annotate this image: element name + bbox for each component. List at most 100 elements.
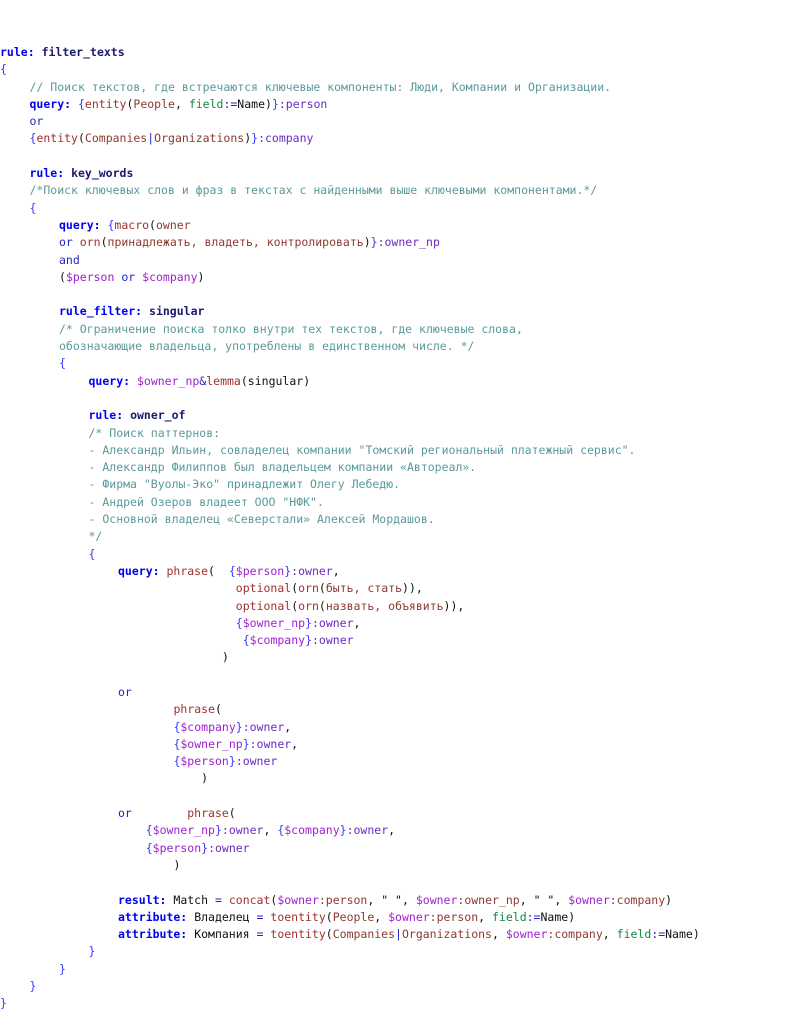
- code-token-plain: (: [318, 598, 326, 613]
- code-token-var: $person: [235, 563, 285, 578]
- code-token-arg: :company: [547, 927, 603, 942]
- code-token-plain: Match: [173, 892, 209, 907]
- code-token-var: $person: [65, 269, 115, 284]
- code-token-op: |: [395, 927, 402, 942]
- code-token-plain: ,: [519, 892, 534, 907]
- code-line: - Александр Филиппов был владельцем комп…: [0, 459, 807, 476]
- code-line: ($person or $company): [0, 269, 807, 286]
- code-line: ): [0, 770, 807, 787]
- code-token-plain: ,: [415, 581, 423, 596]
- code-token-plain: (: [149, 217, 156, 232]
- code-token-lbl: :owner_np: [377, 235, 440, 250]
- code-token-plain: (: [77, 131, 85, 146]
- code-token-arg: быть, стать: [325, 581, 403, 596]
- code-token-brace: }: [242, 736, 250, 751]
- code-token-plain: (: [228, 806, 236, 821]
- code-token-var: $company: [142, 269, 198, 284]
- code-token-plain: ,: [353, 615, 361, 630]
- code-token-attr: field: [188, 96, 224, 111]
- code-token-brace: }: [214, 823, 222, 838]
- code-line: {$owner_np}:owner,: [0, 615, 807, 632]
- code-line: {$person}:owner: [0, 753, 807, 770]
- code-token-plain: ,: [388, 823, 396, 838]
- code-token-brace: {: [145, 823, 153, 838]
- code-listing[interactable]: rule: filter_texts{// Поиск текстов, где…: [0, 44, 807, 1013]
- code-token-plain: (: [318, 581, 326, 596]
- code-token-fn: phrase: [166, 563, 209, 578]
- code-line: or orn(принадлежать, владеть, контролиро…: [0, 234, 807, 251]
- code-token-brace: }: [88, 944, 96, 959]
- code-token-op: and: [59, 252, 80, 267]
- code-token-cmt: обозначающие владельца, употреблены в ед…: [59, 339, 475, 354]
- code-token-plain: ): [692, 927, 700, 942]
- code-line: {: [0, 355, 807, 372]
- code-token-plain: ,: [263, 823, 278, 838]
- code-token-plain: Компания: [194, 927, 250, 942]
- code-token-kw: rule:: [29, 166, 65, 181]
- code-token-brace: {: [77, 96, 85, 111]
- code-token-brace: }: [235, 719, 243, 734]
- code-token-fn: phrase: [173, 702, 215, 717]
- code-line: /* Поиск паттернов:: [0, 425, 807, 442]
- code-token-plain: ,: [374, 909, 389, 924]
- code-token-var: $person: [152, 840, 202, 855]
- code-token-cmt: */: [88, 529, 103, 544]
- code-line: {$person}:owner: [0, 840, 807, 857]
- code-line: ): [0, 649, 807, 666]
- code-token-var: $company: [249, 633, 306, 648]
- code-token-lbl: :owner: [208, 840, 250, 855]
- code-token-arg: People: [133, 96, 175, 111]
- code-line: rule: owner_of: [0, 407, 807, 424]
- code-token-var: $owner_np: [152, 823, 215, 838]
- code-line: /* Ограничение поиска толко внутри тех т…: [0, 321, 807, 338]
- code-token-arg: :company: [609, 892, 666, 907]
- code-token-name: singular: [149, 304, 205, 319]
- code-token-fn: optional: [235, 598, 292, 613]
- code-token-fn: orn: [298, 598, 319, 613]
- code-token-var: $company: [180, 719, 236, 734]
- code-token-lbl: :owner: [242, 719, 285, 734]
- code-line: optional(orn(быть, стать)),: [0, 580, 807, 597]
- code-line: }: [0, 961, 807, 978]
- code-token-plain: ): [173, 857, 181, 872]
- code-line: - Андрей Озеров владеет ООО "НФК".: [0, 494, 807, 511]
- code-token-plain: ): [568, 909, 576, 924]
- code-line: result: Match = concat($owner:person, " …: [0, 892, 807, 909]
- code-token-plain: singular: [247, 373, 304, 388]
- code-token-fn: orn: [79, 235, 101, 250]
- code-line: phrase(: [0, 701, 807, 718]
- code-token-var: $company: [284, 823, 340, 838]
- code-line: - Фирма "Вуолы-Эко" принадлежит Олегу Ле…: [0, 476, 807, 493]
- code-token-plain: (: [59, 269, 66, 284]
- code-token-brace: }: [271, 96, 279, 111]
- code-token-var: $owner_np: [242, 615, 306, 630]
- code-line: query: $owner_np&lemma(singular): [0, 373, 807, 390]
- code-token-plain: ,: [457, 598, 465, 613]
- code-token-brace: {: [242, 633, 250, 648]
- code-line: */: [0, 528, 807, 545]
- code-line: // Поиск текстов, где встречаются ключев…: [0, 79, 807, 96]
- code-token-plain: ): [221, 650, 229, 665]
- code-line: {: [0, 200, 807, 217]
- code-token-fn: phrase: [187, 806, 229, 821]
- code-token-plain: (: [208, 563, 215, 578]
- code-token-arg: :person: [318, 892, 368, 907]
- code-token-brace: }: [305, 615, 312, 630]
- code-token-name: key_words: [71, 166, 134, 181]
- code-token-fn: entity: [84, 96, 127, 111]
- code-token-plain: ): [201, 771, 209, 786]
- code-line: rule_filter: singular: [0, 303, 807, 320]
- code-token-kw: rule:: [88, 408, 124, 423]
- code-token-plain: ): [265, 96, 272, 111]
- code-token-kw: query:: [59, 217, 101, 232]
- code-token-plain: (: [325, 909, 333, 924]
